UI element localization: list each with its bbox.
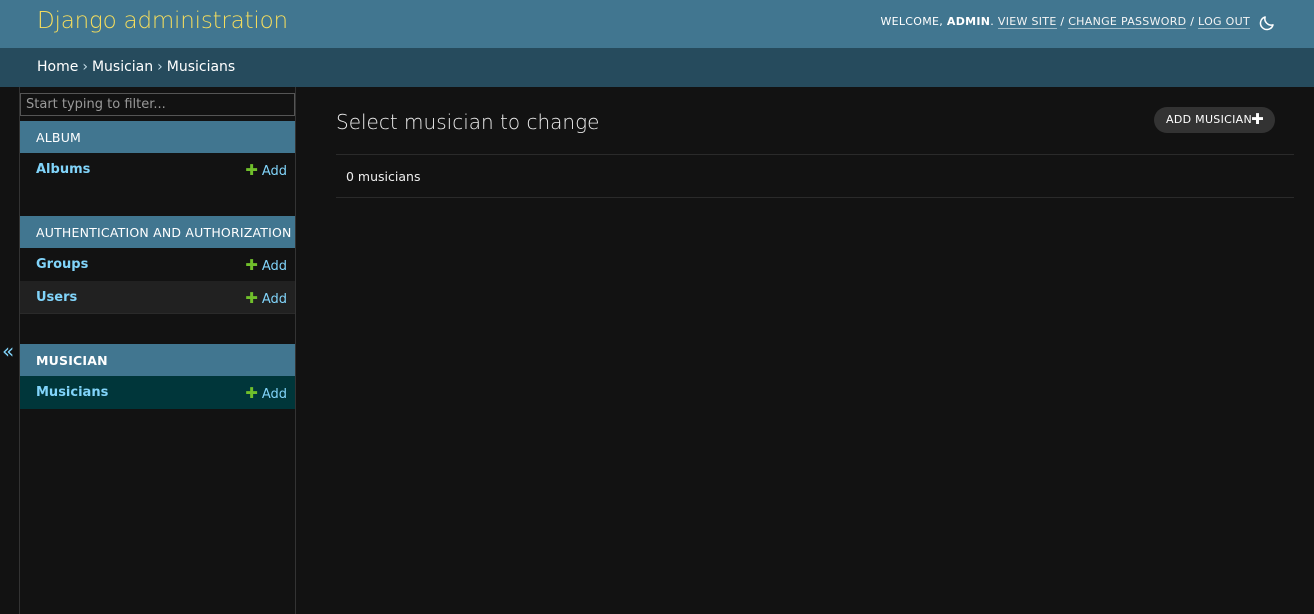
add-musician-button[interactable]: ADD MUSICIAN ✚ [1154,107,1275,133]
add-album-link[interactable]: ✚ Add [245,161,287,179]
module-caption-auth[interactable]: AUTHENTICATION AND AUTHORIZATION [20,216,295,248]
result-list-divider [336,154,1294,155]
add-user-link[interactable]: ✚ Add [245,289,287,307]
breadcrumb-separator: › [82,59,88,75]
sidebar-item-albums: Albums ✚ Add [20,153,295,186]
add-label: Add [261,387,287,402]
groups-link[interactable]: Groups [36,257,88,272]
breadcrumb-separator: › [157,59,163,75]
add-musician-link[interactable]: ✚ Add [245,384,287,402]
musicians-link[interactable]: Musicians [36,385,108,400]
welcome-text: WELCOME, [880,15,944,28]
add-label: Add [261,292,287,307]
plus-icon: ✚ [1251,110,1264,128]
add-label: Add [261,164,287,179]
plus-icon: ✚ [245,256,258,274]
albums-link[interactable]: Albums [36,162,90,177]
sidebar-divider [20,313,295,314]
header: Django administration WELCOME, ADMIN. VI… [0,0,1314,48]
site-name-link[interactable]: Django administration [37,8,288,34]
breadcrumb-musician-app[interactable]: Musician [92,59,153,75]
user-tools: WELCOME, ADMIN. VIEW SITE / CHANGE PASSW… [880,15,1250,29]
module-caption-label: AUTHENTICATION AND AUTHORIZATION [36,225,292,240]
result-count: 0 musicians [346,169,421,184]
module-caption-label: MUSICIAN [36,353,108,368]
nav-filter-input[interactable] [20,93,295,116]
moon-icon [1259,16,1274,31]
plus-icon: ✚ [245,384,258,402]
user-tools-separator: / [1060,15,1065,28]
page-title: Select musician to change [336,110,600,134]
add-musician-label: ADD MUSICIAN [1166,113,1253,126]
sidebar-item-groups: Groups ✚ Add [20,248,295,281]
view-site-link[interactable]: VIEW SITE [997,15,1057,29]
double-chevron-left-icon: « [2,339,15,363]
toggle-sidebar-button[interactable]: « [0,87,20,614]
sidebar-item-musicians: Musicians ✚ Add [20,376,295,409]
plus-icon: ✚ [245,289,258,307]
users-link[interactable]: Users [36,290,77,305]
add-group-link[interactable]: ✚ Add [245,256,287,274]
log-out-link[interactable]: LOG OUT [1198,15,1250,29]
module-caption-label: ALBUM [36,130,82,145]
breadcrumb-current: Musicians [166,59,236,75]
theme-toggle-button[interactable] [1258,14,1276,32]
plus-icon: ✚ [245,161,258,179]
username: ADMIN [946,15,991,28]
nav-sidebar: ALBUM Albums ✚Add AUTHENTICATION AND AUT… [20,87,296,614]
add-label: Add [261,259,287,274]
breadcrumb-home[interactable]: Home [37,59,78,75]
module-caption-album[interactable]: ALBUM [20,121,295,153]
result-list-divider [336,197,1294,198]
module-caption-musician[interactable]: MUSICIAN [20,344,295,376]
user-tools-separator: / [1190,15,1195,28]
sidebar-item-users: Users ✚ Add [20,281,295,314]
change-password-link[interactable]: CHANGE PASSWORD [1068,15,1187,29]
breadcrumb: Home › Musician › Musicians [0,48,1314,87]
